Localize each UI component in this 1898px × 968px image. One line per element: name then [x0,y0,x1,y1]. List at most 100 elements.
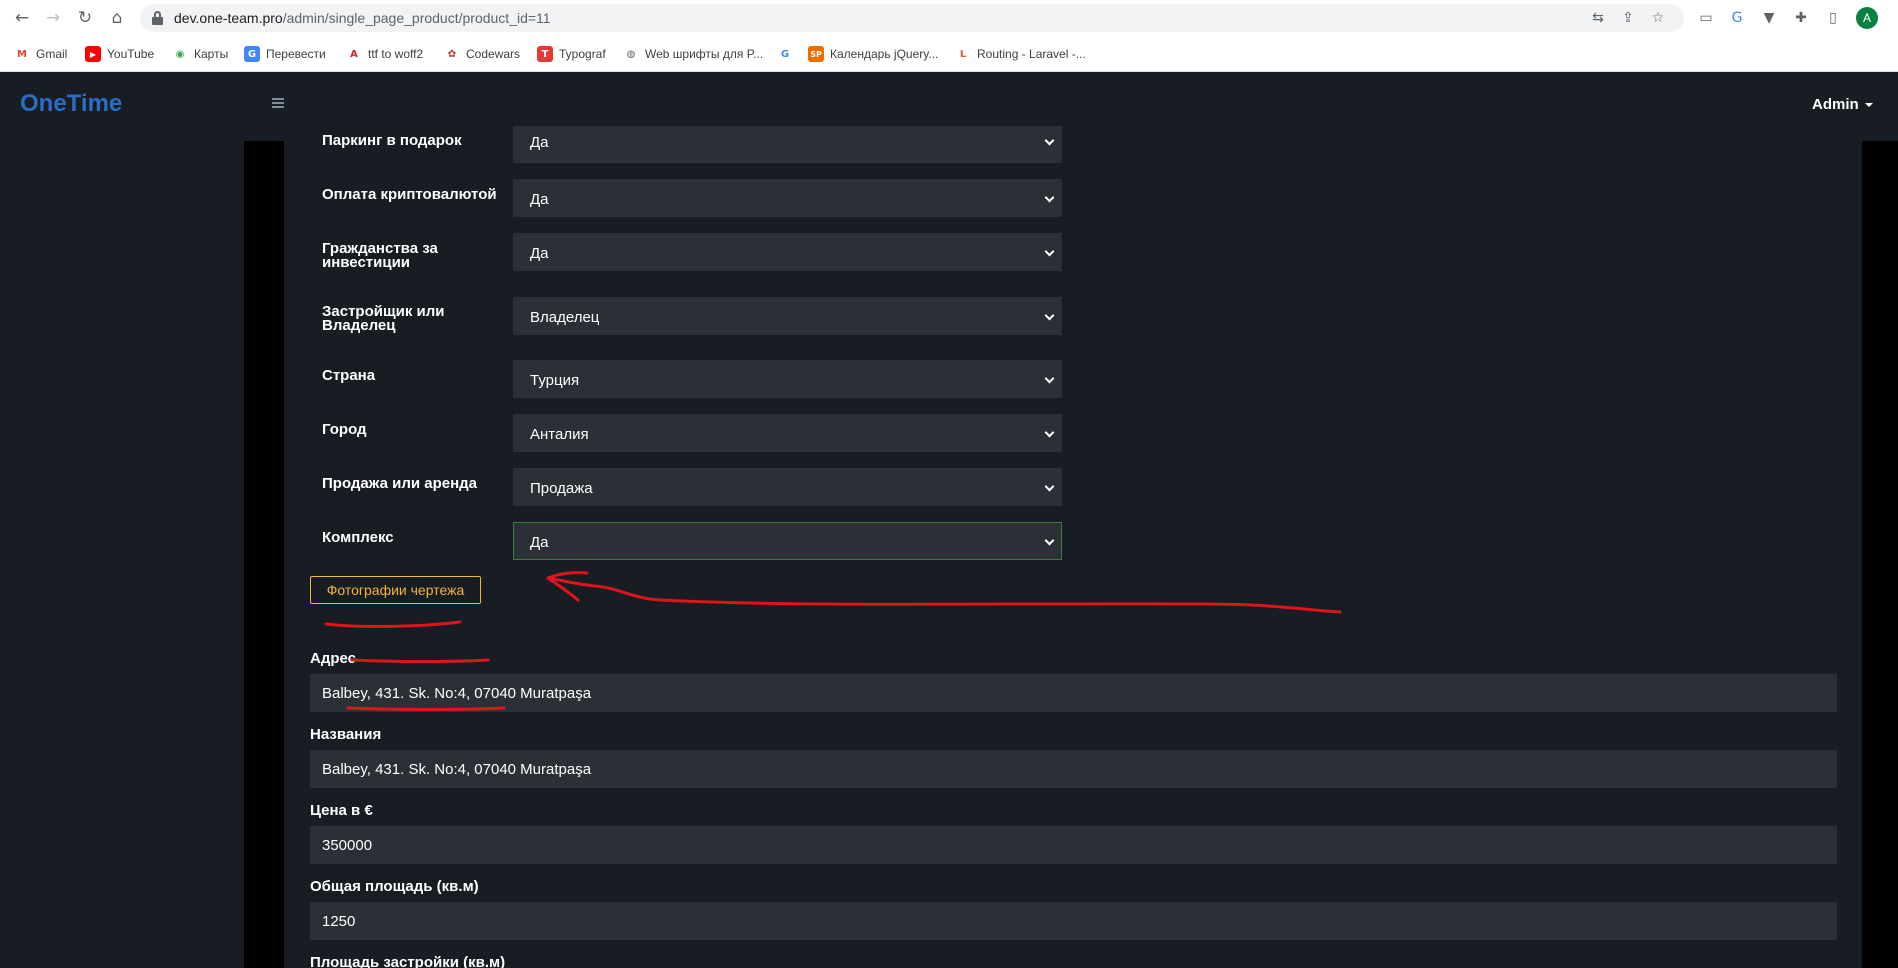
extension-translate-icon[interactable]: G [1727,8,1747,28]
admin-user-menu[interactable]: Admin [1812,96,1873,113]
bookmark-label: Календарь jQuery... [830,47,939,61]
bookmarks-bar: M Gmail ▶ YouTube ◉ Карты G Перевести Attf t… [0,36,1898,72]
select-value: Да [530,245,549,262]
select-value: Турция [530,372,580,389]
bookmark-gmail[interactable]: M Gmail [14,45,67,63]
label-price: Цена в € [310,802,373,819]
select-crypto-payment[interactable]: Да [513,179,1062,217]
bookmark-maps[interactable]: ◉ Карты [172,45,228,63]
browser-toolbar: ← → ↻ ⌂ dev.one-team.pro/admin/single_pa… [0,0,1898,36]
bookmark-youtube[interactable]: ▶ YouTube [85,45,154,63]
back-arrow-icon[interactable]: ← [10,6,34,30]
bookmark-label: ttf to woff2 [368,47,424,61]
bookmark-label: Gmail [36,47,68,61]
reload-icon[interactable]: ↻ [73,6,97,30]
label-crypto-payment: Оплата криптовалютой [322,186,497,203]
address-input[interactable]: Balbey, 431. Sk. No:4, 07040 Muratpaşa [310,674,1837,712]
select-complex[interactable]: Да [513,522,1062,560]
select-city[interactable]: Анталия [513,414,1062,452]
url-host: dev.one-team.pro [174,10,283,26]
label-total-area: Общая площадь (кв.м) [310,878,479,895]
url-text: dev.one-team.pro/admin/single_page_produ… [174,10,551,26]
select-developer-owner[interactable]: Владелец [513,297,1062,335]
page-gutter-right [1862,141,1898,968]
bookmark-label: Web шрифты для P... [645,47,764,61]
url-path: /admin/single_page_product/product_id=11 [282,10,551,26]
name-input[interactable]: Balbey, 431. Sk. No:4, 07040 Muratpaşa [310,750,1837,788]
globe-icon: ◍ [623,46,639,62]
chevron-down-icon [1044,373,1055,384]
drawing-photos-button[interactable]: Фотографии чертежа [310,576,481,604]
youtube-icon: ▶ [85,46,101,62]
select-value: Анталия [530,426,589,443]
chevron-down-icon [1044,310,1055,321]
chevron-down-icon [1044,481,1055,492]
sp-icon: SP [808,46,824,62]
select-value: Да [530,134,549,151]
chevron-down-icon [1044,535,1055,546]
select-citizenship[interactable]: Да [513,233,1062,271]
chevron-down-icon [1044,427,1055,438]
label-complex: Комплекс [322,529,394,546]
label-developer-owner: Застройщик или Владелец [322,303,445,334]
caret-down-icon [1864,103,1873,108]
chevron-down-icon [1044,246,1055,257]
bookmark-codewars[interactable]: ✿ Codewars [444,45,520,63]
select-value: Продажа [530,480,593,497]
menu-toggle-icon[interactable] [272,98,284,110]
label-city: Город [322,421,367,438]
extension-vue-icon[interactable]: ▼ [1759,8,1779,28]
side-panel-icon[interactable]: ▯ [1823,8,1843,28]
bookmark-label: Карты [194,47,229,61]
chevron-down-icon [1044,192,1055,203]
select-value: Да [530,534,549,551]
bookmark-jquery-calendar[interactable]: SP Календарь jQuery... [808,45,938,63]
select-value: Владелец [530,309,600,326]
select-parking[interactable]: Да [513,126,1062,163]
bookmark-label: Routing - Laravel -... [977,47,1086,61]
bookmark-label: Codewars [466,47,521,61]
label-citizenship: Гражданства за инвестиции [322,240,438,271]
label-address: Адрес [310,650,357,667]
label-name: Названия [310,726,382,743]
brand-logo[interactable]: OneTime [20,90,122,118]
profile-avatar[interactable]: A [1856,7,1878,29]
bookmark-laravel-routing[interactable]: L Routing - Laravel -... [955,45,1086,63]
label-built-area: Площадь застройки (кв.м) [310,954,506,968]
total-area-input[interactable]: 1250 [310,902,1837,940]
gmail-icon: M [14,46,30,62]
select-sale-or-rent[interactable]: Продажа [513,468,1062,506]
google-icon: G [777,46,793,62]
bookmark-typograf[interactable]: T Typograf [537,45,606,63]
codewars-icon: ✿ [444,46,460,62]
bookmark-google[interactable]: G [777,45,799,63]
extension-screen-icon[interactable]: ▭ [1696,8,1716,28]
forward-arrow-icon[interactable]: → [41,6,65,30]
bookmark-label: Перевести [266,47,326,61]
typograf-icon: T [537,46,553,62]
bookmark-translate[interactable]: G Перевести [244,45,326,63]
laravel-icon: L [955,46,971,62]
bookmark-web-fonts[interactable]: ◍ Web шрифты для P... [623,45,763,63]
extensions-puzzle-icon[interactable]: ✚ [1791,8,1811,28]
price-input[interactable]: 350000 [310,826,1837,864]
address-bar[interactable]: dev.one-team.pro/admin/single_page_produ… [140,4,1684,32]
page-gutter [244,141,284,968]
admin-label: Admin [1812,96,1859,113]
bookmark-label: Typograf [559,47,606,61]
font-converter-icon: A [346,46,362,62]
share-icon[interactable]: ⇪ [1618,8,1638,28]
select-country[interactable]: Турция [513,360,1062,398]
bookmark-label: YouTube [107,47,155,61]
select-value: Да [530,191,549,208]
maps-icon: ◉ [172,46,188,62]
bookmark-ttf-to-woff2[interactable]: Attf to woff2 [346,45,423,63]
chevron-down-icon [1044,135,1055,146]
bookmark-star-icon[interactable]: ☆ [1648,8,1668,28]
translate-page-icon[interactable]: ⇆ [1588,8,1608,28]
lock-icon [152,11,163,25]
sidebar [0,141,244,968]
label-sale-or-rent: Продажа или аренда [322,475,478,492]
home-icon[interactable]: ⌂ [105,6,129,30]
label-country: Страна [322,367,376,384]
